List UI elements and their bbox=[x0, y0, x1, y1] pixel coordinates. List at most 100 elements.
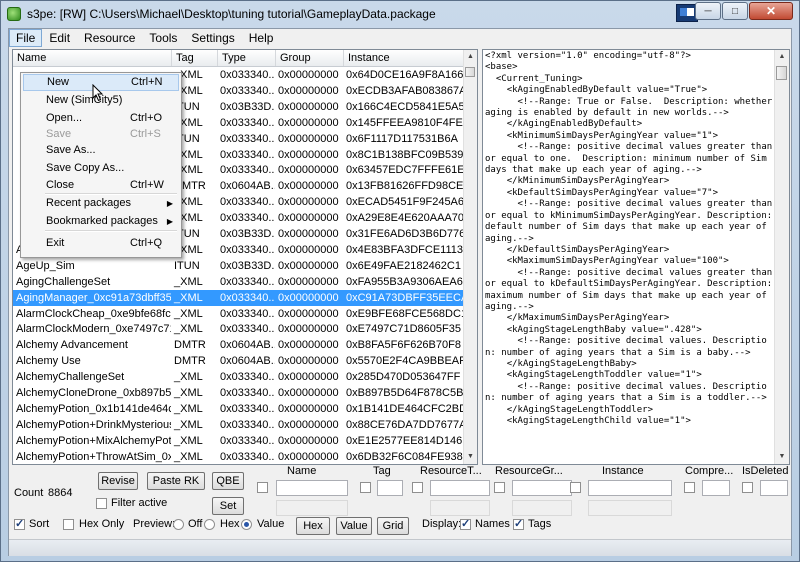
cell-type: 0x033340... bbox=[220, 402, 275, 415]
table-row[interactable]: AgeUp_Sim ITUN 0x03B33D... 0x00000000 0x6E49… bbox=[13, 258, 465, 274]
filter-group-checkbox[interactable] bbox=[494, 482, 505, 493]
menu-resource[interactable]: Resource bbox=[77, 29, 142, 47]
table-row[interactable]: Alchemy Use DMTR 0x0604AB... 0x00000000 0x55… bbox=[13, 353, 465, 369]
maximize-button[interactable]: □ bbox=[722, 2, 748, 20]
filter-compressed-field[interactable] bbox=[702, 480, 730, 496]
xml-scroll-down-icon[interactable]: ▼ bbox=[775, 450, 789, 464]
cell-group: 0x00000000 bbox=[278, 387, 339, 399]
tags-checkbox[interactable] bbox=[513, 517, 524, 530]
column-header-type[interactable]: Type bbox=[217, 50, 275, 66]
display-label: Display: bbox=[422, 518, 462, 530]
filter-type-field-2[interactable] bbox=[430, 500, 490, 516]
table-row[interactable]: AlchemyCloneDrone_0xb897b5d... _XML 0x0333… bbox=[13, 385, 465, 401]
cell-instance: 0xECAD5451F9F245A6 bbox=[346, 196, 465, 209]
cell-tag: _XML bbox=[171, 465, 217, 466]
filter-active-checkbox[interactable] bbox=[96, 498, 107, 509]
set-button[interactable]: Set bbox=[212, 497, 244, 515]
file-menu-item[interactable]: Save Copy As... bbox=[23, 160, 179, 177]
filter-isdeleted-field[interactable] bbox=[760, 480, 788, 496]
revise-button[interactable]: Revise bbox=[98, 472, 138, 490]
title-bar[interactable]: s3pe: [RW] C:\Users\Michael\Desktop\tuni… bbox=[1, 1, 799, 27]
cell-group: 0x00000000 bbox=[278, 148, 339, 161]
sort-checkbox[interactable] bbox=[14, 517, 25, 530]
table-row[interactable]: AlchemyChallengeSet _XML 0x033340... 0x0000… bbox=[13, 369, 465, 385]
paste-rk-button[interactable]: Paste RK bbox=[147, 472, 205, 490]
filter-name-field[interactable] bbox=[276, 480, 348, 496]
file-menu-item[interactable]: Save As... bbox=[23, 142, 179, 159]
menu-edit[interactable]: Edit bbox=[42, 29, 77, 47]
cell-name: AgingChallengeSet bbox=[16, 275, 111, 288]
preview-hex-radio[interactable] bbox=[204, 519, 215, 530]
file-menu-item[interactable]: Bookmarked packages ▶ bbox=[23, 213, 179, 230]
file-menu-item[interactable]: Exit Ctrl+Q bbox=[23, 235, 179, 252]
file-menu-item[interactable]: Save Ctrl+S bbox=[23, 126, 179, 143]
grid-button[interactable]: Grid bbox=[377, 517, 409, 535]
preview-off-radio[interactable] bbox=[173, 519, 184, 530]
table-row[interactable]: AgingManager_0xc91a73dbff35e... _XML 0x033… bbox=[13, 289, 465, 306]
mouse-cursor-icon bbox=[92, 84, 104, 102]
filter-type-checkbox[interactable] bbox=[412, 482, 423, 493]
preview-value-radio[interactable] bbox=[241, 519, 252, 530]
cell-tag: _XML bbox=[174, 291, 203, 304]
hex-button[interactable]: Hex bbox=[296, 517, 330, 535]
filter-group-field[interactable] bbox=[512, 480, 572, 496]
xml-scroll-thumb[interactable] bbox=[776, 66, 787, 80]
table-row[interactable]: AlarmClockModern_0xe7497c71... _XML 0x0333… bbox=[13, 321, 465, 337]
qbe-button[interactable]: QBE bbox=[212, 472, 244, 490]
cell-instance: 0x6E49FAE2182462C1 bbox=[346, 259, 461, 272]
cell-name: AgeUp_Sim bbox=[16, 259, 75, 272]
cell-tag: _XML bbox=[174, 418, 203, 431]
filter-tag-field[interactable] bbox=[377, 480, 403, 496]
cell-tag: _XML bbox=[174, 434, 203, 447]
xml-preview-pane[interactable]: <?xml version="1.0" encoding="utf-8"?> <… bbox=[482, 49, 790, 465]
scroll-thumb[interactable] bbox=[465, 67, 475, 77]
scroll-down-arrow-icon[interactable]: ▼ bbox=[464, 450, 477, 464]
file-menu-item[interactable]: Close Ctrl+W bbox=[23, 177, 179, 194]
filter-name-field-2[interactable] bbox=[276, 500, 348, 516]
cell-instance: 0x285D470D053647FF bbox=[346, 371, 461, 384]
xml-scrollbar[interactable]: ▲ ▼ bbox=[774, 50, 789, 464]
table-row[interactable]: AlchemyPotion+MixAlchemyPoti... _XML 0x033… bbox=[13, 433, 465, 449]
menu-settings[interactable]: Settings bbox=[184, 29, 241, 47]
cell-name: AgingManager_0xc91a73dbff35e... bbox=[16, 291, 171, 304]
table-row[interactable]: AlchemyPotion+ThrowAtSim_0x6..._XML0x033… bbox=[13, 449, 465, 464]
table-row[interactable]: Alchemy Advancement DMTR 0x0604AB... 0x0000… bbox=[13, 337, 465, 353]
close-button[interactable]: ✕ bbox=[749, 2, 793, 20]
filter-tag-checkbox[interactable] bbox=[360, 482, 371, 493]
cell-tag: DMTR bbox=[174, 339, 206, 352]
table-row[interactable]: AlchemyRecipes_XML0x033340...0x000000000… bbox=[13, 465, 465, 466]
column-header-instance[interactable]: Instance bbox=[343, 50, 465, 66]
table-row[interactable]: AlchemyPotion_0x1b141de464cf... _XML 0x033… bbox=[13, 401, 465, 417]
column-header-group[interactable]: Group bbox=[275, 50, 343, 66]
table-row[interactable]: AlarmClockCheap_0xe9bfe68fce... _XML 0x033… bbox=[13, 306, 465, 322]
filter-instance-field[interactable] bbox=[588, 480, 672, 496]
grid-scrollbar[interactable]: ▲ ▼ bbox=[463, 50, 477, 464]
menu-file[interactable]: File bbox=[9, 29, 43, 47]
column-header-name[interactable]: Name bbox=[13, 50, 171, 66]
minimize-button[interactable]: ─ bbox=[695, 2, 721, 20]
cell-group: 0x00000000 bbox=[278, 69, 339, 81]
filter-group-field-2[interactable] bbox=[512, 500, 572, 516]
window-controls: ─ □ ✕ bbox=[694, 2, 793, 20]
filter-col-resourcegroup: ResourceGr... bbox=[495, 465, 563, 477]
menu-help[interactable]: Help bbox=[242, 29, 281, 47]
value-button[interactable]: Value bbox=[336, 517, 372, 535]
filter-instance-field-2[interactable] bbox=[588, 500, 672, 516]
menu-tools[interactable]: Tools bbox=[142, 29, 184, 47]
scroll-up-arrow-icon[interactable]: ▲ bbox=[464, 50, 477, 64]
file-menu-item[interactable]: Recent packages ▶ bbox=[23, 195, 179, 212]
filter-name-checkbox[interactable] bbox=[257, 482, 268, 493]
cell-type: 0x033340... bbox=[220, 132, 275, 145]
filter-type-field[interactable] bbox=[430, 480, 490, 496]
table-row[interactable]: AlchemyPotion+DrinkMysterious... _XML 0x03… bbox=[13, 417, 465, 433]
file-menu-item[interactable]: Open... Ctrl+O bbox=[23, 110, 179, 127]
xml-scroll-up-icon[interactable]: ▲ bbox=[775, 50, 789, 64]
filter-instance-checkbox[interactable] bbox=[570, 482, 581, 493]
filter-isdeleted-checkbox[interactable] bbox=[742, 482, 753, 493]
filter-compressed-checkbox[interactable] bbox=[684, 482, 695, 493]
names-checkbox[interactable] bbox=[460, 517, 471, 530]
cell-instance: 0x88CE76DA7DD7677A bbox=[346, 418, 465, 431]
table-row[interactable]: AgingChallengeSet _XML 0x033340... 0x000000… bbox=[13, 274, 465, 290]
hex-only-checkbox[interactable] bbox=[63, 519, 74, 530]
column-header-tag[interactable]: Tag bbox=[171, 50, 217, 66]
